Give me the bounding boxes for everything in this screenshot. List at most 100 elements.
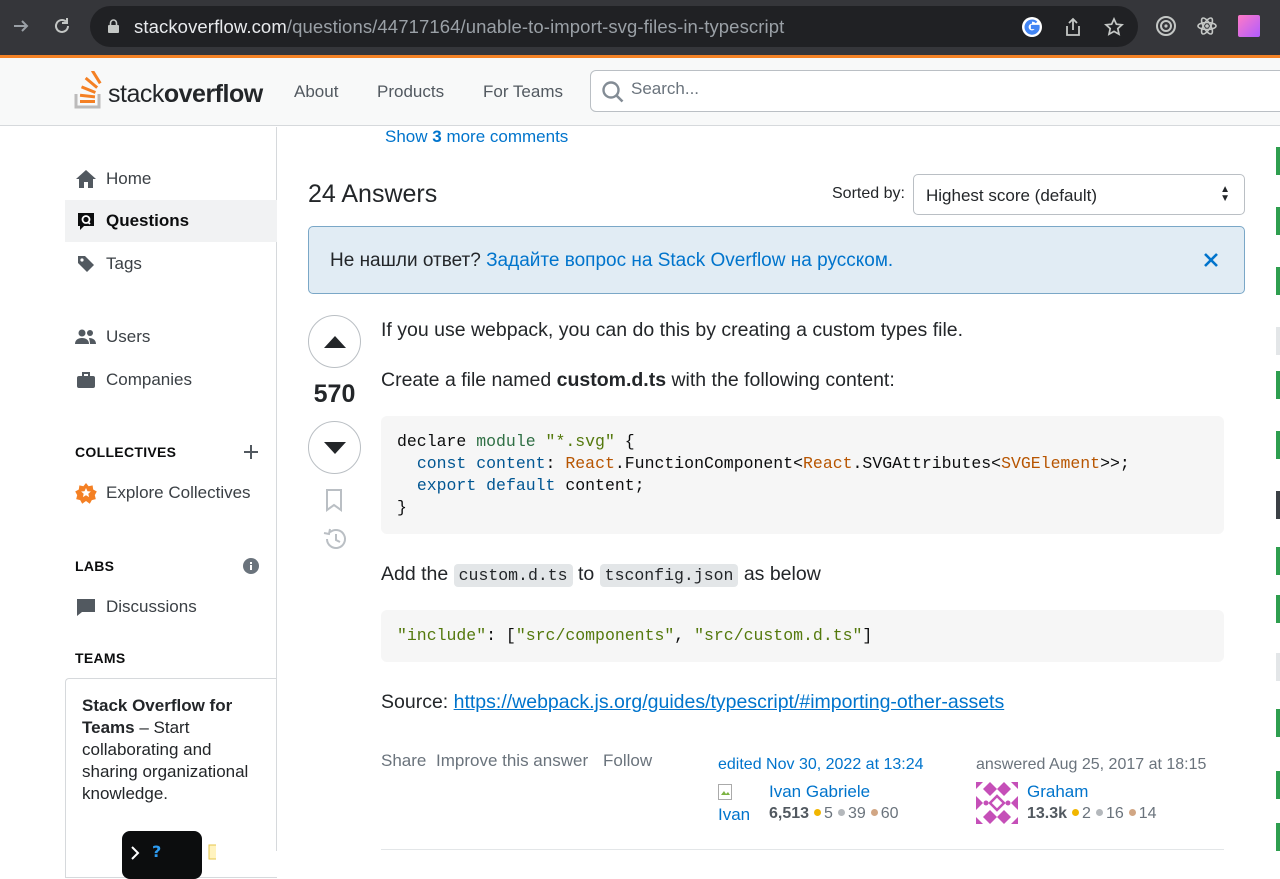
code-line: export default content; <box>416 476 645 495</box>
author-reputation: 13.3k 2 16 14 <box>1027 805 1157 822</box>
inline-code: tsconfig.json <box>599 564 739 587</box>
google-icon[interactable] <box>1020 15 1044 39</box>
rail-marker <box>1276 431 1280 459</box>
source-link[interactable]: https://webpack.js.org/guides/typescript… <box>454 691 1005 713</box>
rail-marker <box>1276 595 1280 623</box>
code-line: "include": ["src/components", "src/custo… <box>397 626 873 645</box>
search-input[interactable] <box>631 79 1231 99</box>
rail-marker <box>1276 823 1280 851</box>
improve-answer-link[interactable]: Improve this answer <box>436 751 588 771</box>
browser-toolbar: stackoverflow.com/questions/44717164/una… <box>0 0 1280 55</box>
notice-link[interactable]: Задайте вопрос на Stack Overflow на русс… <box>486 250 893 271</box>
logo-wordmark: stackoverflow <box>108 80 263 108</box>
labs-heading: LABS <box>75 558 115 574</box>
site-logo[interactable]: stackoverflow <box>74 69 263 109</box>
rail-marker <box>1276 547 1280 575</box>
sidebar-item-explore-collectives[interactable]: Explore Collectives <box>65 472 277 514</box>
sidebar-item-label: Discussions <box>106 597 197 616</box>
share-icon[interactable] <box>1061 15 1085 39</box>
rail-marker <box>1276 327 1280 355</box>
info-icon[interactable] <box>243 558 259 579</box>
search-box[interactable] <box>590 70 1280 112</box>
plus-icon[interactable] <box>243 444 259 465</box>
answer-paragraph-1: If you use webpack, you can do this by c… <box>381 319 964 341</box>
code-block-custom-types: declare module "*.svg" { const content: … <box>381 416 1224 534</box>
share-link[interactable]: Share <box>381 751 426 771</box>
answer-paragraph-3: Add the custom.d.ts to tsconfig.json as … <box>381 563 821 587</box>
reload-icon[interactable] <box>48 12 76 40</box>
sort-selected-value: Highest score (default) <box>926 186 1098 205</box>
rail-marker <box>1276 771 1280 799</box>
url-text: stackoverflow.com/questions/44717164/una… <box>134 16 785 37</box>
questions-icon <box>75 210 97 232</box>
sidebar-item-label: Questions <box>106 211 190 230</box>
users-icon <box>75 326 97 348</box>
search-icon <box>601 80 625 109</box>
sidebar-item-label: Explore Collectives <box>106 483 251 502</box>
nav-about[interactable]: About <box>294 82 338 102</box>
sidebar-item-users[interactable]: Users <box>65 316 277 358</box>
follow-link[interactable]: Follow <box>603 751 652 771</box>
arrow-up-icon <box>323 335 346 348</box>
close-icon[interactable] <box>1200 249 1222 271</box>
stack-logo-icon <box>74 71 102 109</box>
avatar[interactable]: Ivan Gabri <box>718 782 764 828</box>
answer-paragraph-2: Create a file named custom.d.ts with the… <box>381 369 895 391</box>
sidebar-item-companies[interactable]: Companies <box>65 359 277 401</box>
collectives-heading: COLLECTIVES <box>75 444 177 460</box>
answers-count-heading: 24 Answers <box>308 180 438 208</box>
star-icon[interactable] <box>1102 15 1126 39</box>
profile-icon[interactable] <box>1237 14 1261 38</box>
sidebar-item-discussions[interactable]: Discussions <box>65 586 277 628</box>
answer-source: Source: https://webpack.js.org/guides/ty… <box>381 691 1005 713</box>
select-arrows-icon: ▲ ▼ <box>1220 184 1230 204</box>
vote-score: 570 <box>313 380 356 408</box>
rail-marker <box>1276 491 1280 519</box>
bookmark-icon[interactable] <box>324 488 344 517</box>
rail-marker <box>1276 207 1280 235</box>
answer-divider <box>381 849 1224 850</box>
code-line: declare module "*.svg" { <box>397 432 635 451</box>
sorted-by-label: Sorted by: <box>832 185 905 202</box>
show-more-comments-link[interactable]: Show 3 more comments <box>385 127 568 147</box>
answered-timestamp: answered Aug 25, 2017 at 18:15 <box>976 756 1207 773</box>
rail-marker <box>1276 709 1280 737</box>
code-line: } <box>397 498 407 517</box>
sort-select[interactable]: Highest score (default) ▲ ▼ <box>913 174 1245 215</box>
teams-heading: TEAMS <box>75 650 126 666</box>
nav-products[interactable]: Products <box>377 82 444 102</box>
editor-reputation: 6,513 5 39 60 <box>769 805 899 822</box>
forward-icon[interactable] <box>7 12 35 40</box>
sidebar-item-home[interactable]: Home <box>65 158 277 200</box>
broken-image-icon <box>718 784 732 800</box>
site-header: stackoverflow About Products For Teams <box>0 58 1280 126</box>
nav-for-teams[interactable]: For Teams <box>483 82 563 102</box>
rail-marker <box>1276 267 1280 295</box>
upvote-button[interactable] <box>308 315 361 368</box>
notice-message: Не нашли ответ? Задайте вопрос на Stack … <box>330 250 894 271</box>
localized-site-notice: Не нашли ответ? Задайте вопрос на Stack … <box>308 226 1245 294</box>
author-name-link[interactable]: Graham <box>1027 782 1088 802</box>
inline-code: custom.d.ts <box>453 564 573 587</box>
rail-marker <box>1276 371 1280 399</box>
history-icon[interactable] <box>322 527 348 556</box>
rail-marker <box>1276 147 1280 175</box>
sidebar-item-label: Home <box>106 169 152 188</box>
edited-timestamp-link[interactable]: edited Nov 30, 2022 at 13:24 <box>718 756 924 774</box>
code-line: const content: React.FunctionComponent<R… <box>416 454 1130 473</box>
left-sidebar: Home Questions Tags Users Companies COLL… <box>0 127 277 879</box>
extension-icon[interactable] <box>1154 14 1178 38</box>
tag-icon <box>75 253 97 275</box>
arrow-down-icon <box>323 441 346 454</box>
code-block-tsconfig: "include": ["src/components", "src/custo… <box>381 610 1224 662</box>
teams-promo-text: Stack Overflow for Teams – Start collabo… <box>82 696 249 803</box>
downvote-button[interactable] <box>308 421 361 474</box>
sidebar-item-questions[interactable]: Questions <box>65 200 277 242</box>
react-devtools-icon[interactable] <box>1195 14 1219 38</box>
avatar[interactable] <box>976 782 1018 829</box>
address-bar[interactable]: stackoverflow.com/questions/44717164/una… <box>90 6 1138 47</box>
editor-name-link[interactable]: Ivan Gabriele <box>769 782 870 802</box>
sidebar-item-tags[interactable]: Tags <box>65 243 277 285</box>
lock-icon <box>108 19 119 33</box>
collectives-icon <box>75 482 97 504</box>
